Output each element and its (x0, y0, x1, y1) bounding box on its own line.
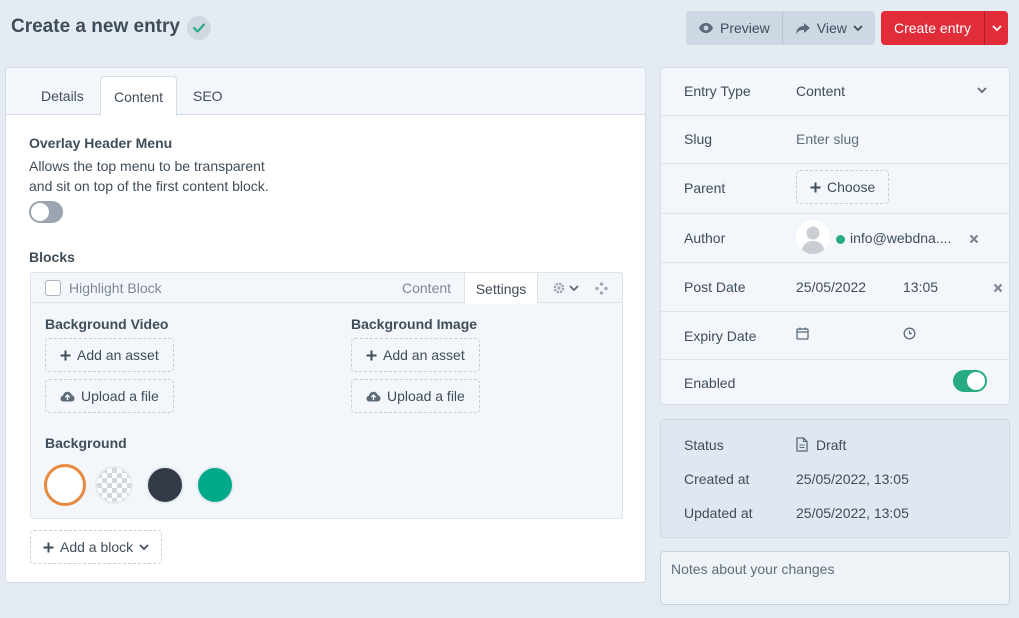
expiry-date-row: Expiry Date (661, 312, 1009, 360)
chevron-down-icon (569, 284, 579, 292)
bg-video-upload-button[interactable]: Upload a file (45, 379, 174, 413)
slug-row: Slug Enter slug (661, 116, 1009, 164)
document-icon (796, 437, 808, 452)
eye-icon (698, 22, 714, 34)
bg-video-add-asset-button[interactable]: Add an asset (45, 338, 174, 372)
chevron-down-icon (977, 87, 987, 94)
parent-label: Parent (684, 180, 726, 196)
post-time-input[interactable]: 13:05 (903, 279, 938, 295)
overlay-toggle[interactable] (29, 201, 63, 223)
status-card: Status Draft Created at 25/05/2022, 13:0… (660, 419, 1010, 538)
create-options-button[interactable] (984, 11, 1009, 45)
created-label: Created at (684, 471, 750, 487)
enabled-toggle[interactable] (953, 370, 987, 392)
block-header: Highlight Block Content Settings (31, 273, 622, 304)
parent-row: Parent Choose (661, 164, 1009, 214)
status-dot (836, 235, 845, 244)
background-heading: Background (45, 435, 127, 451)
cloud-upload-icon (60, 391, 75, 402)
create-entry-button[interactable]: Create entry (881, 11, 985, 45)
add-asset-label: Add an asset (383, 347, 465, 363)
post-date-label: Post Date (684, 279, 746, 295)
chevron-down-icon (853, 24, 863, 32)
swatch-transparent[interactable] (95, 466, 133, 504)
chevron-down-icon (139, 543, 149, 551)
tab-details[interactable]: Details (28, 76, 97, 115)
gear-icon (552, 281, 566, 295)
overlay-instructions-1: Allows the top menu to be transparent (29, 158, 265, 174)
block-tab-settings[interactable]: Settings (464, 273, 538, 304)
block-settings-menu[interactable] (552, 281, 579, 295)
choose-label: Choose (827, 179, 876, 195)
bg-image-upload-button[interactable]: Upload a file (351, 379, 480, 413)
swatch-green[interactable] (196, 466, 234, 504)
preview-view-group: Preview View (686, 11, 875, 45)
notes-textarea[interactable] (660, 551, 1010, 605)
updated-value: 25/05/2022, 13:05 (796, 505, 909, 521)
highlight-block: Highlight Block Content Settings Backgro… (30, 272, 623, 519)
plus-icon (43, 542, 54, 553)
view-button[interactable]: View (782, 11, 875, 45)
plus-icon (366, 350, 377, 361)
created-value: 25/05/2022, 13:05 (796, 471, 909, 487)
author-label: Author (684, 230, 726, 246)
clear-date-icon[interactable] (993, 283, 1003, 293)
remove-author-icon[interactable] (969, 234, 979, 244)
preview-label: Preview (720, 20, 770, 36)
add-asset-label: Add an asset (77, 347, 159, 363)
calendar-icon[interactable] (796, 327, 809, 340)
choose-parent-button[interactable]: Choose (796, 170, 890, 204)
create-entry-group: Create entry (881, 11, 1009, 45)
cloud-upload-icon (366, 391, 381, 402)
enabled-label: Enabled (684, 375, 736, 391)
bg-image-heading: Background Image (351, 316, 478, 332)
overlay-heading: Overlay Header Menu (29, 135, 173, 151)
add-block-label: Add a block (60, 539, 134, 555)
block-title: Highlight Block (69, 280, 162, 296)
avatar (796, 220, 830, 254)
plus-icon (810, 182, 821, 193)
preview-button[interactable]: Preview (686, 11, 783, 45)
content-card: Details Content SEO Overlay Header Menu … (5, 67, 646, 583)
chevron-down-icon (991, 24, 1002, 32)
updated-label: Updated at (684, 505, 753, 521)
view-label: View (816, 20, 847, 36)
plus-icon (60, 350, 71, 361)
enabled-row: Enabled (661, 360, 1009, 404)
status-value: Draft (816, 437, 847, 453)
entry-type-select[interactable]: Content (796, 83, 845, 99)
entry-type-label: Entry Type (684, 83, 751, 99)
share-arrow-icon (795, 22, 811, 35)
entry-meta-card: Entry Type Content Slug Enter slug Paren… (660, 67, 1010, 405)
post-date-row: Post Date 25/05/2022 13:05 (661, 263, 1009, 312)
upload-label: Upload a file (81, 388, 159, 404)
slug-input[interactable]: Enter slug (796, 131, 859, 147)
swatch-dark[interactable] (146, 466, 184, 504)
author-email: info@webdna.... (850, 230, 952, 246)
block-select-checkbox[interactable] (45, 280, 61, 296)
entry-type-row: Entry Type Content (661, 68, 1009, 116)
status-label: Status (684, 437, 724, 453)
move-icon[interactable] (595, 282, 608, 295)
bg-video-heading: Background Video (45, 316, 169, 332)
blocks-heading: Blocks (29, 249, 75, 265)
tab-seo[interactable]: SEO (180, 76, 236, 115)
check-icon (187, 16, 211, 40)
slug-label: Slug (684, 131, 713, 147)
author-row: Author info@webdna.... (661, 214, 1009, 263)
page-title: Create a new entry (11, 16, 180, 37)
upload-label: Upload a file (387, 388, 465, 404)
clock-icon[interactable] (903, 327, 916, 340)
block-tab-content[interactable]: Content (402, 280, 451, 296)
bg-image-add-asset-button[interactable]: Add an asset (351, 338, 480, 372)
overlay-instructions-2: and sit on top of the first content bloc… (29, 178, 269, 194)
tab-bar: Details Content SEO (6, 68, 645, 116)
add-block-button[interactable]: Add a block (30, 530, 163, 564)
expiry-date-label: Expiry Date (684, 328, 757, 344)
swatch-white[interactable] (44, 464, 86, 506)
tab-content[interactable]: Content (100, 76, 178, 116)
post-date-input[interactable]: 25/05/2022 (796, 279, 866, 295)
